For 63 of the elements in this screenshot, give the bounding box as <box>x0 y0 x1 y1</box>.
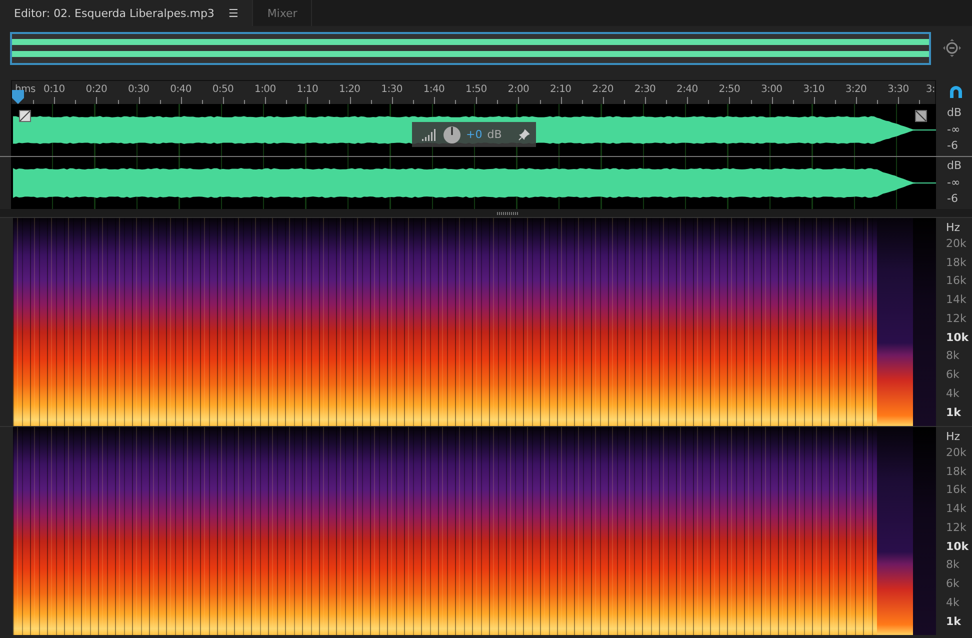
time-label: 3:00 <box>760 84 782 95</box>
pin-icon[interactable] <box>518 128 530 140</box>
time-label: 1:20 <box>338 84 360 95</box>
overview-waveform[interactable] <box>10 32 931 64</box>
frequency-label: 12k <box>946 520 968 536</box>
db-scale-label: dB <box>947 106 963 119</box>
gain-unit: dB <box>487 128 502 141</box>
frequency-label: 6k <box>946 576 960 592</box>
frequency-unit: Hz <box>946 430 962 444</box>
frequency-label: 14k <box>946 501 968 518</box>
time-label: 3:30 <box>888 84 909 95</box>
time-label: 0:40 <box>170 84 192 95</box>
frequency-label: 8k <box>946 557 960 574</box>
db-scale-label: -∞ <box>947 176 962 188</box>
frequency-label: 16k <box>946 273 968 290</box>
time-label: 2:10 <box>550 84 572 95</box>
frequency-label: 18k <box>946 464 968 480</box>
magnet-icon[interactable] <box>948 84 964 100</box>
fade-in-handle[interactable] <box>19 110 31 122</box>
time-label: 1:00 <box>254 84 276 95</box>
time-label: 0:30 <box>128 84 150 95</box>
db-scale-label: -6 <box>947 139 959 152</box>
gain-knob[interactable] <box>443 126 461 144</box>
time-label: 3:20 <box>845 84 867 95</box>
frequency-label: 6k <box>946 366 960 383</box>
menu-icon[interactable]: ☰ <box>228 6 238 20</box>
time-label: 0:10 <box>44 84 65 95</box>
frequency-label: 12k <box>946 310 968 327</box>
frequency-label: 18k <box>946 254 968 271</box>
frequency-label: 20k <box>946 236 968 252</box>
frequency-label: 10k <box>946 538 970 555</box>
time-label: 0:50 <box>212 84 234 95</box>
time-label: 1:40 <box>423 84 445 95</box>
frequency-label: 8k <box>946 348 960 364</box>
time-label: 0:20 <box>86 84 108 95</box>
db-scale-label: -∞ <box>947 122 962 136</box>
editor-tab[interactable]: Mixer <box>253 0 312 26</box>
fade-out-handle[interactable] <box>915 110 927 122</box>
time-label: 2:50 <box>718 84 740 95</box>
zoom-out-icon[interactable] <box>942 38 962 58</box>
time-label: 3: <box>926 84 935 95</box>
time-label: 2:20 <box>592 84 614 95</box>
time-label: 1:10 <box>296 84 318 95</box>
frequency-label: 20k <box>946 445 968 461</box>
time-label: 1:50 <box>466 84 487 95</box>
frequency-label: 4k <box>946 594 960 611</box>
frequency-label: 4k <box>946 386 960 402</box>
editor-tab[interactable]: Editor: 02. Esquerda Liberalpes.mp3 ☰ <box>0 0 254 26</box>
db-scale-label: -6 <box>947 192 959 205</box>
frequency-label: 1k <box>946 405 962 422</box>
time-label: 1:30 <box>381 84 402 95</box>
frequency-label: 14k <box>946 292 968 308</box>
time-label: 2:00 <box>508 84 530 95</box>
db-scale-label: dB <box>947 159 963 172</box>
time-label: 3:10 <box>803 84 824 95</box>
frequency-label: 1k <box>946 614 962 630</box>
frequency-label: 16k <box>946 482 968 498</box>
time-label: 2:40 <box>676 84 698 95</box>
frequency-unit: Hz <box>946 221 962 235</box>
resize-grip[interactable] <box>497 212 519 214</box>
frequency-label: 10k <box>946 330 970 346</box>
level-bars-icon <box>422 128 438 140</box>
time-label: 2:30 <box>634 84 656 95</box>
